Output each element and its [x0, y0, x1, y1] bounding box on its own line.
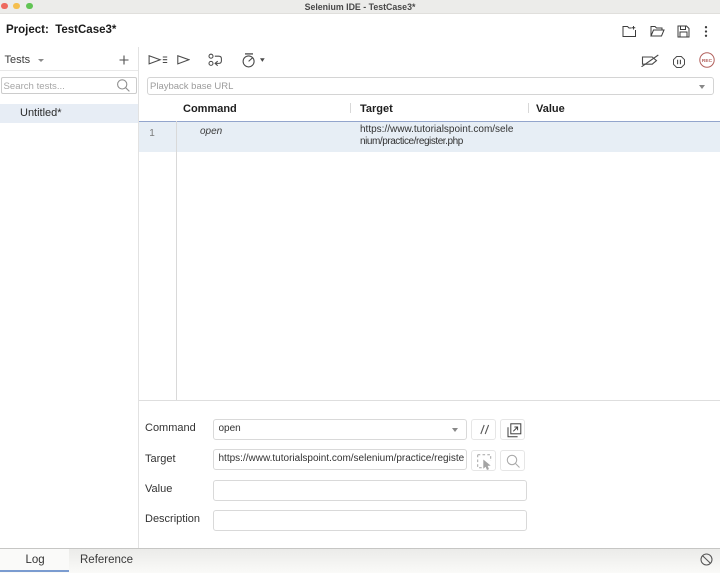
svg-text:REC: REC [702, 58, 713, 64]
